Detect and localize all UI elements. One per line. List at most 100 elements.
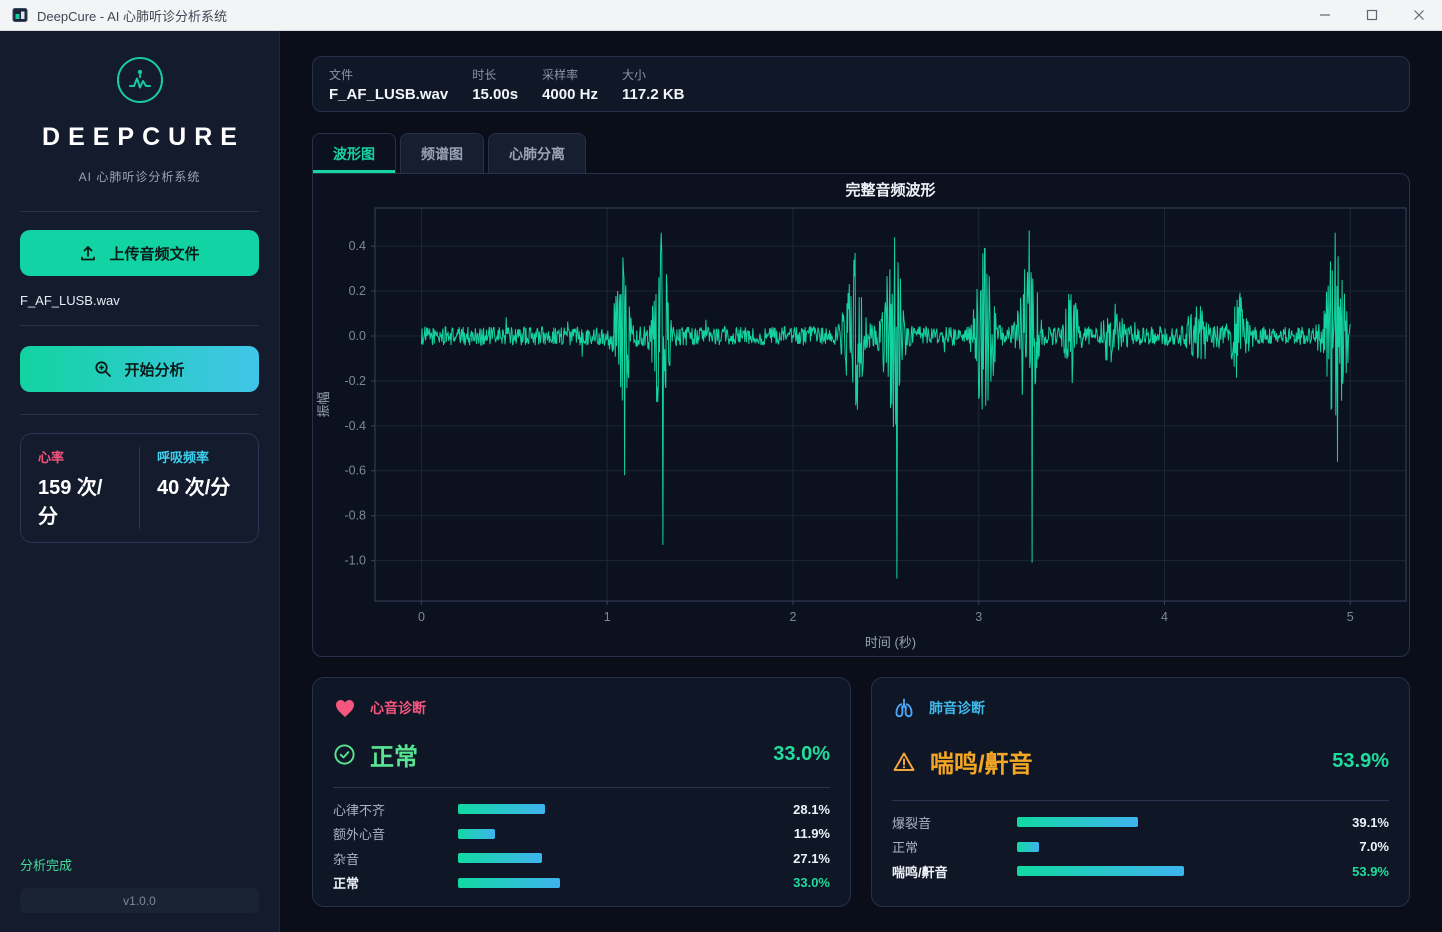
close-button[interactable] bbox=[1395, 0, 1442, 30]
diagnosis-row: 心律不齐 28.1% bbox=[333, 797, 830, 822]
svg-text:-0.8: -0.8 bbox=[344, 509, 366, 523]
diagnosis-row-label: 杂音 bbox=[333, 851, 360, 867]
probability-value: 53.9% bbox=[1352, 863, 1389, 879]
zoom-search-icon bbox=[95, 361, 112, 377]
file-info-item: 时长 15.00s bbox=[472, 66, 518, 103]
diagnosis-row-label: 爆裂音 bbox=[892, 815, 932, 831]
heart-confidence: 33.0% bbox=[773, 743, 830, 765]
sidebar-divider bbox=[20, 211, 259, 212]
probability-value: 27.1% bbox=[793, 850, 830, 866]
heart-rate-label: 心率 bbox=[38, 450, 65, 465]
probability-bar bbox=[458, 804, 546, 815]
check-circle-icon bbox=[334, 744, 355, 765]
main-content: 文件 F_AF_LUSB.wav 时长 15.00s 采样率 4000 Hz 大… bbox=[280, 31, 1442, 932]
lung-diagnosis-card: 肺音诊断 喘鸣/鼾音 53.9% 爆裂音 39.1% 正常 7.0% 喘鸣/鼾音 53.9… bbox=[871, 677, 1410, 907]
probability-bar-track bbox=[1017, 866, 1327, 877]
probability-bar bbox=[1017, 866, 1185, 877]
probability-bar bbox=[1017, 841, 1039, 852]
svg-text:完整音频波形: 完整音频波形 bbox=[845, 181, 935, 199]
diagnosis-row-label: 正常 bbox=[333, 876, 360, 892]
start-analysis-button[interactable]: 开始分析 bbox=[20, 346, 259, 392]
brand-subtitle: AI 心肺听诊分析系统 bbox=[78, 170, 201, 184]
file-info-item: 文件 F_AF_LUSB.wav bbox=[329, 66, 448, 103]
probability-bar bbox=[458, 877, 561, 888]
diagnosis-row-label: 心律不齐 bbox=[333, 802, 386, 818]
svg-text:5: 5 bbox=[1347, 610, 1354, 624]
diagnosis-cards: 心音诊断 正常 33.0% 心律不齐 28.1% 额外心音 11.9% 杂音 27.1% 正… bbox=[312, 677, 1410, 907]
lung-probability-rows: 爆裂音 39.1% 正常 7.0% 喘鸣/鼾音 53.9% bbox=[892, 810, 1389, 884]
probability-bar bbox=[1017, 817, 1139, 828]
svg-text:-1.0: -1.0 bbox=[344, 554, 366, 568]
warning-icon bbox=[893, 752, 915, 771]
svg-text:0.4: 0.4 bbox=[349, 239, 366, 253]
svg-text:-0.6: -0.6 bbox=[344, 464, 366, 478]
diagnosis-row: 额外心音 11.9% bbox=[333, 822, 830, 847]
heart-rate-stat: 心率 159 次/分 bbox=[21, 447, 139, 529]
tab-heart-lung-separation[interactable]: 心肺分离 bbox=[488, 133, 586, 173]
svg-text:0: 0 bbox=[418, 610, 425, 624]
probability-bar bbox=[458, 853, 542, 864]
file-info-item: 大小 117.2 KB bbox=[622, 66, 685, 103]
heart-probability-rows: 心律不齐 28.1% 额外心音 11.9% 杂音 27.1% 正常 33.0% bbox=[333, 797, 830, 895]
sidebar-divider bbox=[20, 325, 259, 326]
info-label: 采样率 bbox=[542, 67, 579, 82]
logo-circle bbox=[116, 57, 163, 103]
diagnosis-row-label: 喘鸣/鼾音 bbox=[892, 864, 948, 880]
probability-bar-track bbox=[1017, 841, 1327, 852]
diagnosis-row: 爆裂音 39.1% bbox=[892, 810, 1389, 835]
heart-card-header: 心音诊断 bbox=[333, 696, 830, 720]
heart-icon bbox=[336, 700, 354, 717]
probability-bar-track bbox=[458, 828, 768, 839]
app-icon bbox=[12, 8, 28, 22]
probability-bar-track bbox=[458, 877, 768, 888]
minimize-button[interactable] bbox=[1301, 0, 1348, 30]
analysis-status: 分析完成 bbox=[20, 858, 73, 873]
probability-value: 39.1% bbox=[1352, 814, 1389, 830]
brand-title: DEEPCURE bbox=[42, 123, 245, 151]
upload-icon bbox=[81, 246, 96, 261]
tab-spectrogram[interactable]: 频谱图 bbox=[400, 133, 484, 173]
info-label: 时长 bbox=[472, 67, 497, 82]
info-value: 4000 Hz bbox=[542, 85, 598, 103]
card-divider bbox=[333, 787, 830, 788]
probability-bar-track bbox=[458, 804, 768, 815]
sidebar: DEEPCURE AI 心肺听诊分析系统 上传音频文件 F_AF_LUSB.wa… bbox=[0, 31, 280, 932]
maximize-button[interactable] bbox=[1348, 0, 1395, 30]
resp-rate-value: 40 次/分 bbox=[157, 477, 231, 499]
window-controls bbox=[1301, 0, 1442, 30]
diagnosis-row: 喘鸣/鼾音 53.9% bbox=[892, 859, 1389, 884]
svg-text:2: 2 bbox=[789, 610, 796, 624]
heart-diagnosis-card: 心音诊断 正常 33.0% 心律不齐 28.1% 额外心音 11.9% 杂音 27.1% 正… bbox=[312, 677, 851, 907]
upload-audio-button[interactable]: 上传音频文件 bbox=[20, 230, 259, 276]
heart-card-title: 心音诊断 bbox=[370, 700, 426, 716]
probability-bar-track bbox=[1017, 817, 1327, 828]
lung-result-row: 喘鸣/鼾音 53.9% bbox=[892, 744, 1389, 779]
version-badge: v1.0.0 bbox=[20, 888, 259, 913]
svg-text:-0.4: -0.4 bbox=[344, 419, 366, 433]
probability-bar bbox=[458, 828, 495, 839]
diagnosis-row: 正常 33.0% bbox=[333, 871, 830, 896]
view-tabs: 波形图 频谱图 心肺分离 bbox=[312, 133, 1410, 173]
svg-text:1: 1 bbox=[604, 610, 611, 624]
resp-rate-stat: 呼吸频率 40 次/分 bbox=[139, 447, 258, 529]
lung-confidence: 53.9% bbox=[1332, 750, 1389, 772]
probability-value: 28.1% bbox=[793, 801, 830, 817]
card-divider bbox=[892, 800, 1389, 801]
svg-text:振幅: 振幅 bbox=[316, 391, 331, 417]
pulse-icon bbox=[128, 69, 151, 89]
lung-result-label: 喘鸣/鼾音 bbox=[930, 751, 1033, 778]
svg-text:时间 (秒): 时间 (秒) bbox=[865, 635, 916, 650]
diagnosis-row: 正常 7.0% bbox=[892, 835, 1389, 860]
lung-card-header: 肺音诊断 bbox=[892, 696, 1389, 720]
svg-text:0.2: 0.2 bbox=[349, 284, 366, 298]
probability-value: 11.9% bbox=[793, 826, 830, 842]
loaded-file-name: F_AF_LUSB.wav bbox=[20, 293, 120, 308]
sidebar-divider bbox=[20, 414, 259, 415]
logo bbox=[20, 57, 259, 103]
probability-bar-track bbox=[458, 853, 768, 864]
lung-card-title: 肺音诊断 bbox=[929, 700, 985, 716]
tab-waveform[interactable]: 波形图 bbox=[312, 133, 396, 173]
waveform-chart: 0 1 2 3 4 5 0.4 0.2 0.0 -0.2 -0.4 -0.6 -0.8 -1.0 完整音频波… bbox=[316, 181, 1407, 650]
svg-text:3: 3 bbox=[975, 610, 982, 624]
heart-result-label: 正常 bbox=[370, 744, 418, 771]
